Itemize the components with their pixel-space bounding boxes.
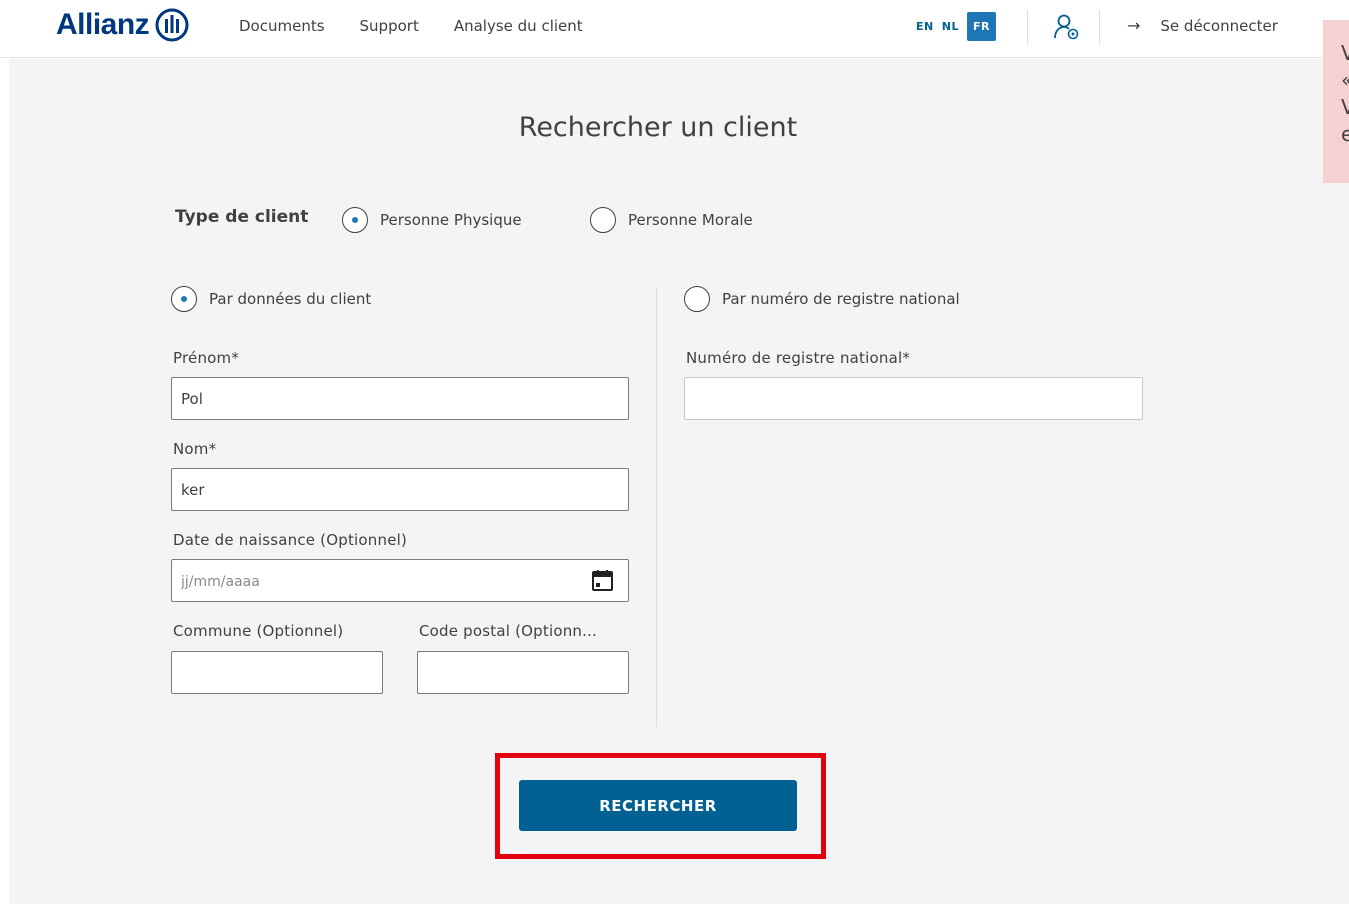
first-name-label: Prénom* [173,349,240,367]
tooltip-line: « [1341,67,1349,94]
language-switcher: EN NL FR [916,12,996,41]
tooltip-line: V [1341,41,1349,65]
info-tooltip: V « V e [1323,20,1349,183]
radio-unchecked-icon[interactable] [684,286,710,312]
postal-code-input[interactable] [417,651,629,694]
header-separator [1099,10,1100,44]
allianz-eagle-icon [155,8,189,42]
register-number-label: Numéro de registre national* [686,349,911,367]
page-title: Rechercher un client [518,112,798,143]
last-name-input[interactable] [171,468,629,511]
radio-by-client-data[interactable]: Par données du client [171,286,371,312]
tooltip-line: V [1341,95,1349,119]
lang-nl[interactable]: NL [942,20,959,33]
main-nav: Documents Support Analyse du client [239,17,583,35]
birth-date-label: Date de naissance (Optionnel) [173,531,408,549]
lang-en[interactable]: EN [916,20,934,33]
logout-label: Se déconnecter [1160,16,1278,35]
top-header: Allianz Documents Support Analyse du cli… [0,0,1349,58]
municipality-label: Commune (Optionnel) [173,622,344,640]
radio-label: Par données du client [209,290,372,308]
logout-button[interactable]: → Se déconnecter [1127,16,1278,35]
nav-client-analysis[interactable]: Analyse du client [454,17,583,35]
search-button[interactable]: RECHERCHER [519,780,797,831]
first-name-input[interactable] [171,377,629,420]
nav-support[interactable]: Support [360,17,419,35]
nav-documents[interactable]: Documents [239,17,325,35]
register-number-input[interactable] [684,377,1143,420]
header-separator [1027,10,1028,44]
logo-text: Allianz [56,8,150,41]
radio-by-register-number[interactable]: Par numéro de registre national [684,286,960,312]
tooltip-line: e [1341,122,1349,146]
radio-label: Personne Morale [628,211,753,229]
client-type-label: Type de client [175,207,309,227]
calendar-icon[interactable] [591,569,614,592]
postal-code-label: Code postal (Optionn... [419,622,598,640]
radio-personne-morale[interactable]: Personne Morale [590,207,753,233]
last-name-label: Nom* [173,440,217,458]
radio-checked-icon[interactable] [171,286,197,312]
allianz-logo[interactable]: Allianz [56,8,189,42]
birth-date-input[interactable] [171,559,629,602]
radio-label: Par numéro de registre national [722,290,960,308]
radio-label: Personne Physique [380,211,522,229]
lang-fr[interactable]: FR [966,12,996,41]
radio-personne-physique[interactable]: Personne Physique [342,207,522,233]
arrow-right-icon: → [1127,16,1141,35]
user-settings-icon[interactable] [1052,12,1082,42]
municipality-input[interactable] [171,651,383,694]
column-divider [656,287,657,727]
radio-unchecked-icon[interactable] [590,207,616,233]
radio-checked-icon[interactable] [342,207,368,233]
page: Allianz Documents Support Analyse du cli… [0,0,1349,904]
